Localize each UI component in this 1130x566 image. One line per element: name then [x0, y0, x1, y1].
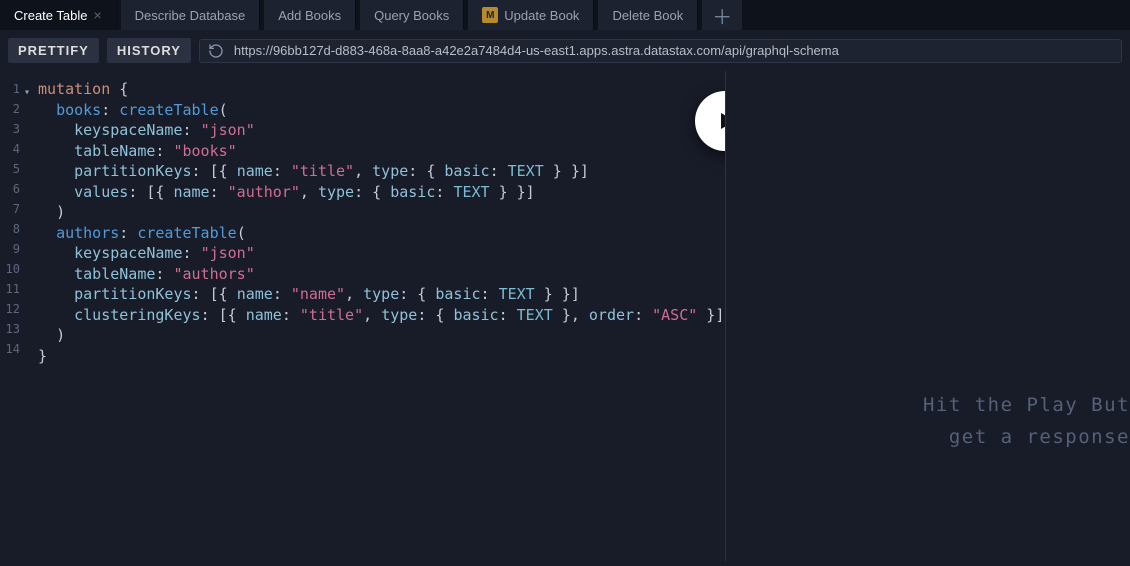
tab-delete-book[interactable]: Delete Book: [598, 0, 698, 30]
tab-create-table[interactable]: Create Table ×: [0, 0, 117, 30]
tab-update-book[interactable]: M Update Book: [468, 0, 594, 30]
tab-label: Add Books: [278, 8, 341, 23]
history-button[interactable]: HISTORY: [107, 38, 191, 63]
tab-label: Create Table: [14, 8, 87, 23]
tab-query-books[interactable]: Query Books: [360, 0, 464, 30]
tab-label: Update Book: [504, 8, 579, 23]
query-editor[interactable]: 1▾ 2 3 4 5 6 7 8 9 10 11 12 13 14 mutati…: [0, 71, 725, 561]
add-tab-button[interactable]: ＋: [702, 0, 742, 30]
reload-icon[interactable]: [208, 43, 224, 59]
line-gutter: 1▾ 2 3 4 5 6 7 8 9 10 11 12 13 14: [0, 71, 28, 359]
endpoint-bar: [199, 39, 1122, 63]
toolbar: PRETTIFY HISTORY: [0, 30, 1130, 71]
play-icon: [715, 109, 725, 133]
code-content: mutation { books: createTable( keyspaceN…: [38, 79, 724, 366]
plus-icon: ＋: [712, 1, 732, 30]
prettify-button[interactable]: PRETTIFY: [8, 38, 99, 63]
response-pane: Hit the Play But get a response: [725, 71, 1130, 561]
close-icon[interactable]: ×: [93, 8, 101, 22]
endpoint-input[interactable]: [234, 43, 1113, 58]
tab-describe-database[interactable]: Describe Database: [121, 0, 261, 30]
main-split: 1▾ 2 3 4 5 6 7 8 9 10 11 12 13 14 mutati…: [0, 71, 1130, 561]
tab-label: Delete Book: [612, 8, 683, 23]
tab-label: Query Books: [374, 8, 449, 23]
tab-bar: Create Table × Describe Database Add Boo…: [0, 0, 1130, 30]
modified-badge: M: [482, 7, 498, 23]
response-placeholder: Hit the Play But get a response: [923, 389, 1130, 454]
tab-add-books[interactable]: Add Books: [264, 0, 356, 30]
tab-label: Describe Database: [135, 8, 246, 23]
